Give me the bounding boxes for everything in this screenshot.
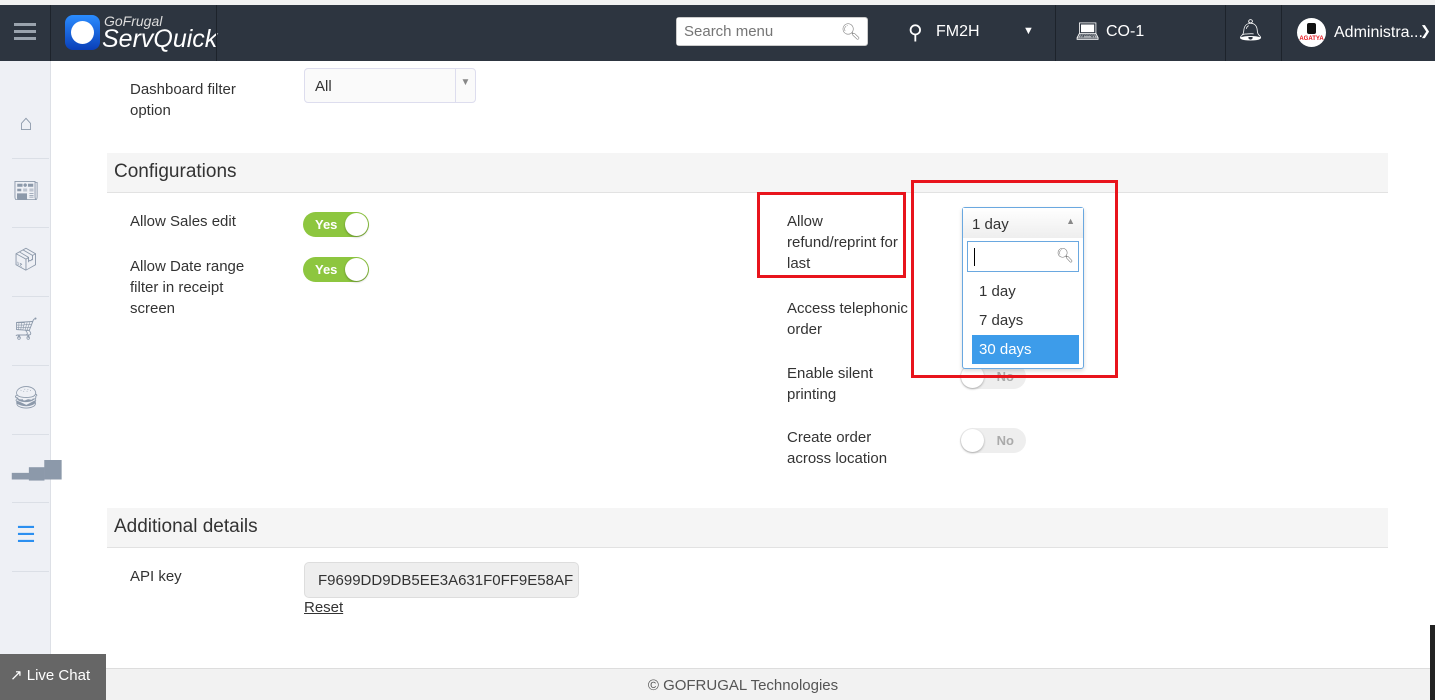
allow-sales-edit-toggle[interactable]: Yes [303,212,369,237]
allow-sales-edit-label: Allow Sales edit [130,213,236,230]
reset-link[interactable]: Reset [304,599,343,616]
dashboard-filter-select[interactable]: All ▼ [304,68,476,103]
allow-date-range-toggle[interactable]: Yes [303,257,369,282]
chevron-down-icon[interactable]: ❯ [1420,23,1431,39]
bell-icon[interactable]: 🔔︎ [1237,19,1264,43]
api-key-label: API key [130,568,182,585]
avatar[interactable]: AGATYA [1297,18,1326,47]
additional-details-header: Additional details [107,508,1388,548]
settings-sliders-icon[interactable]: ☰ [12,521,40,549]
location-label[interactable]: FM2H [936,23,980,41]
footer: © GOFRUGAL Technologies [51,668,1435,700]
inventory-icon[interactable]: 📦︎ [12,246,40,274]
user-menu[interactable]: Administra... [1334,24,1423,42]
search-icon[interactable]: 🔍︎ [841,22,861,42]
logo[interactable]: GoFrugal ServQuick [65,13,218,55]
search-menu[interactable]: 🔍︎ [676,17,868,46]
shopping-bag-logo-icon [1307,23,1316,34]
configurations-header: Configurations [107,153,1388,193]
silent-printing-label: Enable silent printing [787,365,873,403]
annotation-box-label [757,192,906,278]
catalog-icon[interactable]: 📰︎ [12,177,40,205]
brand-name: ServQuick [102,25,218,53]
location-pin-icon: ⚲ [908,22,923,44]
allow-date-range-label: Allow Date range filter in receipt scree… [130,258,245,317]
sidebar: ⌂ 📰︎ 📦︎ 🛒︎ 🍔︎ ▂▄▆ ☰ [0,61,61,668]
home-icon[interactable]: ⌂ [12,109,40,137]
caret-down-icon: ▼ [455,69,475,102]
live-chat-button[interactable]: ↗ Live Chat [0,654,106,700]
scrollbar[interactable] [1430,625,1435,700]
create-order-toggle[interactable]: No [960,428,1026,453]
api-key-field[interactable]: F9699DD9DB5EE3A631F0FF9E58AF [304,562,579,598]
search-input[interactable] [677,18,837,45]
create-order-label: Create order across location [787,429,888,467]
location-dropdown-icon[interactable]: ▼ [1023,25,1034,37]
cart-icon[interactable]: 🛒︎ [12,315,40,343]
annotation-box-dropdown [911,180,1118,378]
reports-icon[interactable]: ▂▄▆ [12,453,61,481]
counter-label[interactable]: CO-1 [1106,23,1144,41]
clock-logo-icon [65,15,100,50]
telephonic-order-label: Access telephonic order [787,300,908,338]
dashboard-filter-value: All [315,78,332,95]
computer-icon: 💻︎ [1075,21,1101,43]
food-icon[interactable]: 🍔︎ [12,384,40,412]
dashboard-filter-label: Dashboard filter option [130,81,236,119]
top-header: GoFrugal ServQuick 🔍︎ ⚲ FM2H ▼ 💻︎ CO-1 🔔… [0,5,1435,61]
avatar-brand-text: AGATYA [1299,36,1324,42]
external-link-icon: ↗ [10,667,23,684]
hamburger-menu-icon[interactable] [14,23,36,41]
